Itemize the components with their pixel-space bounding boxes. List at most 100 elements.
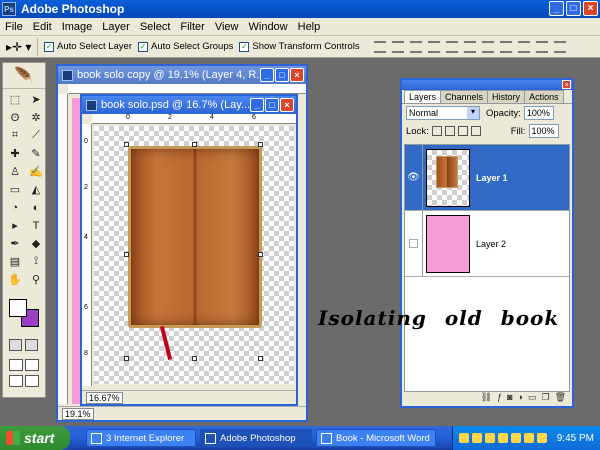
tray-icon[interactable] [485, 433, 495, 443]
tray-icon[interactable] [524, 433, 534, 443]
eraser-tool-icon[interactable]: ▭ [5, 181, 25, 198]
shape-tool-icon[interactable]: ◆ [26, 235, 46, 252]
layer-row-layer-1[interactable]: 👁 Layer 1 [405, 144, 569, 211]
notes-tool-icon[interactable]: ▤ [5, 253, 25, 270]
transform-handle[interactable] [124, 142, 129, 147]
align-bottom-icon[interactable] [409, 40, 422, 53]
checkbox-box[interactable]: ✓ [138, 41, 148, 52]
menu-edit[interactable]: Edit [28, 21, 57, 33]
distribute-hcenter-icon[interactable] [553, 40, 566, 53]
align-hcenter-icon[interactable] [445, 40, 458, 53]
lock-pixels-icon[interactable] [444, 126, 455, 136]
magic-wand-tool-icon[interactable]: ✲ [26, 109, 46, 126]
zoom-level[interactable]: 19.1% [62, 407, 94, 420]
layer-mask-icon[interactable]: ◙ [507, 392, 512, 404]
opacity-input[interactable]: 100% [523, 106, 554, 120]
start-button[interactable]: start [0, 426, 70, 450]
delete-layer-icon[interactable]: 🗑 [555, 392, 566, 404]
doc-minimize-button[interactable]: _ [250, 98, 264, 112]
layer-row-layer-2[interactable]: Layer 2 [405, 210, 569, 277]
distribute-vcenter-icon[interactable] [499, 40, 512, 53]
screen-mode-full-icon[interactable] [9, 375, 23, 387]
imageready-icon[interactable] [25, 375, 39, 387]
move-tool-preset-icon[interactable]: ▸✛ ▾ [6, 37, 38, 56]
path-selection-tool-icon[interactable]: ▸ [5, 217, 25, 234]
lock-all-icon[interactable] [470, 126, 481, 136]
minimize-button[interactable]: _ [549, 1, 564, 16]
transform-handle[interactable] [192, 142, 197, 147]
doc-minimize-button[interactable]: _ [260, 68, 274, 82]
distribute-bottom-icon[interactable] [517, 40, 530, 53]
slice-tool-icon[interactable]: ⟋ [26, 127, 46, 144]
transform-handle[interactable] [258, 142, 263, 147]
adjustment-layer-icon[interactable]: ◑ [518, 392, 523, 404]
transform-handle[interactable] [192, 356, 197, 361]
menu-view[interactable]: View [210, 21, 244, 33]
palette-close-button[interactable]: × [562, 80, 571, 89]
layer-style-icon[interactable]: ƒ [497, 392, 502, 404]
doc-close-button[interactable]: × [280, 98, 294, 112]
transform-handle[interactable] [124, 356, 129, 361]
marquee-tool-icon[interactable]: ⬚ [5, 91, 25, 108]
brush-tool-icon[interactable]: ✎ [26, 145, 46, 162]
menu-file[interactable]: File [0, 21, 28, 33]
doc-maximize-button[interactable]: □ [265, 98, 279, 112]
eyedropper-tool-icon[interactable]: ⟟ [26, 253, 46, 270]
tray-icon[interactable] [511, 433, 521, 443]
type-tool-icon[interactable]: T [26, 217, 46, 234]
align-left-icon[interactable] [427, 40, 440, 53]
blend-mode-select[interactable]: Normal [406, 106, 480, 120]
lock-transparency-icon[interactable] [431, 126, 442, 136]
tray-icon[interactable] [472, 433, 482, 443]
close-button[interactable]: × [583, 1, 598, 16]
paint-bucket-tool-icon[interactable]: ◭ [26, 181, 46, 198]
auto-select-groups-checkbox[interactable]: ✓ Auto Select Groups [138, 41, 233, 52]
fill-input[interactable]: 100% [528, 124, 559, 138]
tray-icon[interactable] [537, 433, 547, 443]
pen-tool-icon[interactable]: ✒ [5, 235, 25, 252]
screen-mode-standard-icon[interactable] [9, 359, 23, 371]
taskbar-item-internet-explorer[interactable]: 3 Internet Explorer [86, 429, 196, 447]
tray-icon[interactable] [498, 433, 508, 443]
tab-history[interactable]: History [487, 90, 526, 103]
document-window-book-solo[interactable]: book solo.psd @ 16.7% (Lay... _ □ × 0 2 … [80, 94, 298, 406]
auto-select-layer-checkbox[interactable]: ✓ Auto Select Layer [44, 41, 132, 52]
align-top-icon[interactable] [373, 40, 386, 53]
align-right-icon[interactable] [463, 40, 476, 53]
palette-title-bar[interactable]: × [402, 80, 572, 90]
quick-mask-mode-icon[interactable] [25, 339, 38, 351]
doc-maximize-button[interactable]: □ [275, 68, 289, 82]
transform-handle[interactable] [258, 356, 263, 361]
taskbar-item-photoshop[interactable]: Adobe Photoshop [200, 429, 312, 447]
align-vcenter-icon[interactable] [391, 40, 404, 53]
foreground-color-swatch[interactable] [9, 299, 27, 317]
book-image-layer[interactable] [128, 146, 262, 328]
tray-icon[interactable] [459, 433, 469, 443]
visibility-toggle[interactable]: 👁 [405, 144, 423, 211]
checkbox-box[interactable]: ✓ [44, 41, 54, 52]
transform-handle[interactable] [124, 252, 129, 257]
lock-position-icon[interactable] [457, 126, 468, 136]
menu-image[interactable]: Image [57, 21, 98, 33]
new-layer-icon[interactable]: ❐ [541, 392, 549, 404]
tab-channels[interactable]: Channels [440, 90, 489, 103]
checkbox-box[interactable]: ✓ [239, 41, 250, 52]
menu-select[interactable]: Select [135, 21, 176, 33]
hand-tool-icon[interactable]: ✋ [5, 271, 25, 288]
history-brush-tool-icon[interactable]: ✍ [26, 163, 46, 180]
layer-name[interactable]: Layer 2 [476, 239, 506, 249]
lasso-tool-icon[interactable]: ʘ [5, 109, 25, 126]
healing-brush-tool-icon[interactable]: ✚ [5, 145, 25, 162]
show-transform-controls-checkbox[interactable]: ✓ Show Transform Controls [239, 41, 360, 52]
doc-close-button[interactable]: × [290, 68, 304, 82]
dodge-tool-icon[interactable]: ◐ [26, 199, 46, 216]
new-group-icon[interactable]: ▭ [528, 392, 537, 404]
tab-actions[interactable]: Actions [524, 90, 564, 103]
menu-window[interactable]: Window [244, 21, 293, 33]
distribute-left-icon[interactable] [535, 40, 548, 53]
zoom-tool-icon[interactable]: ⚲ [26, 271, 46, 288]
visibility-toggle[interactable] [405, 210, 423, 277]
distribute-top-icon[interactable] [481, 40, 494, 53]
blur-tool-icon[interactable]: ◔ [5, 199, 25, 216]
zoom-level[interactable]: 16.67% [86, 391, 123, 404]
